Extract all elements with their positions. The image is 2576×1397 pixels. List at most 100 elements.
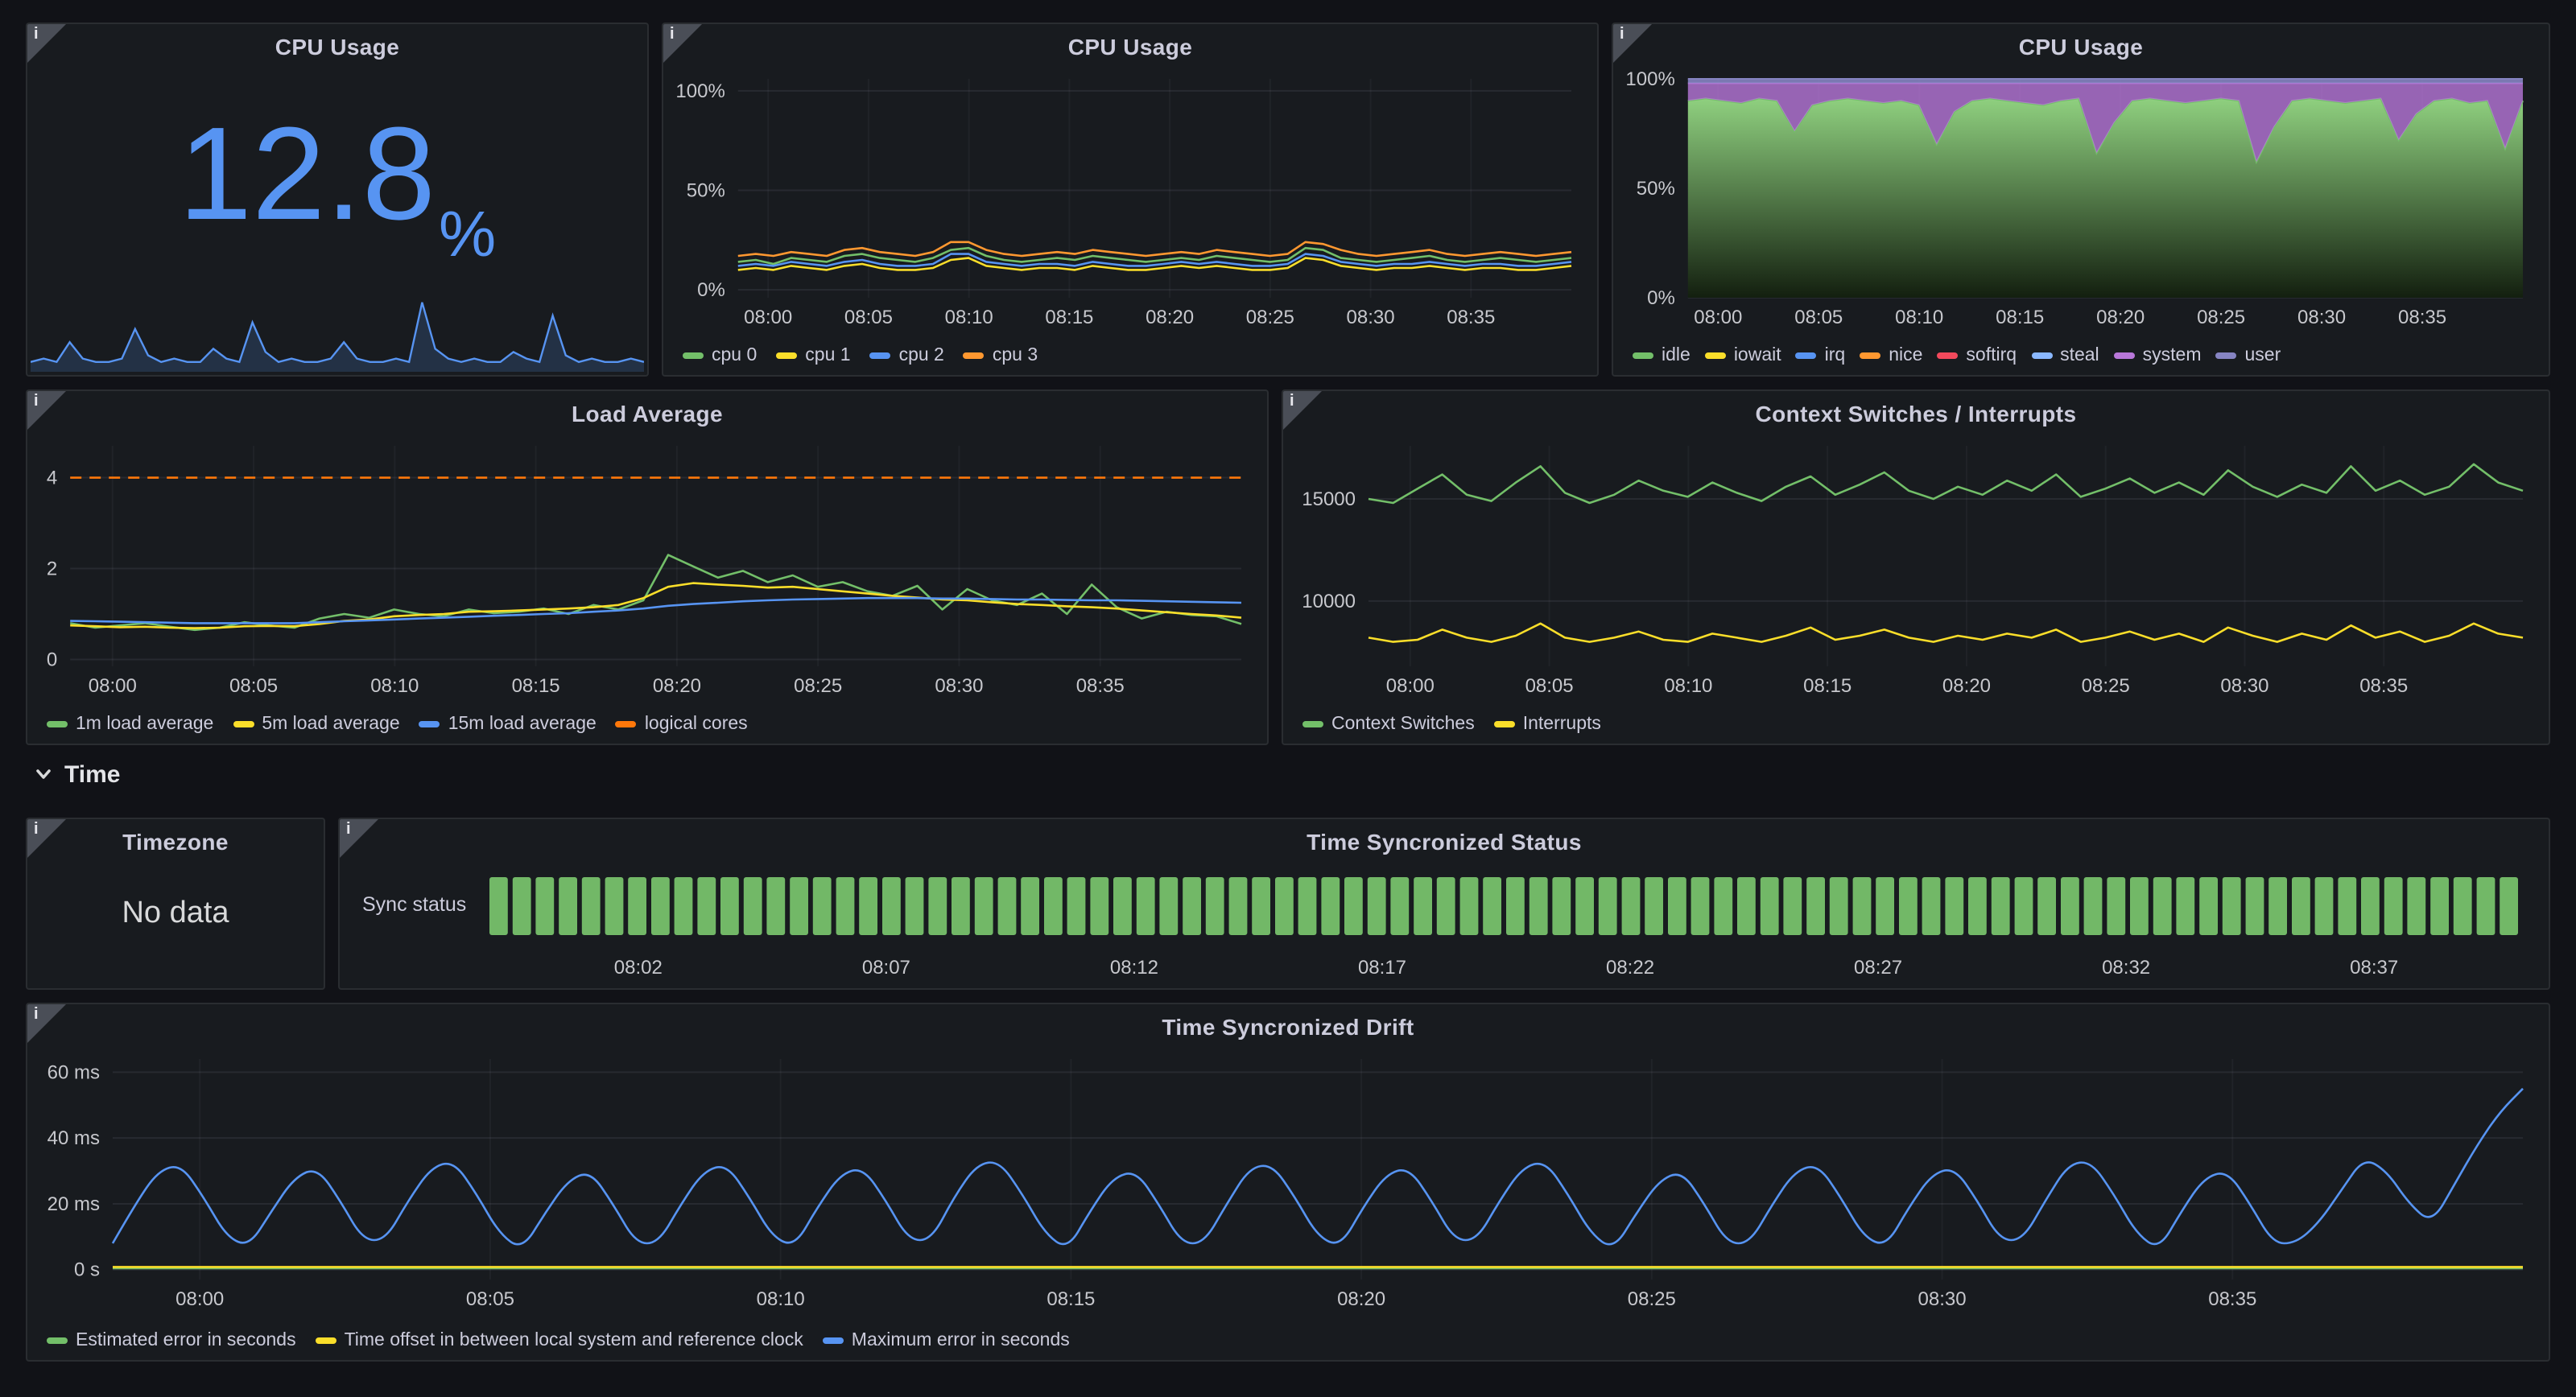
panel-title[interactable]: Load Average bbox=[27, 401, 1267, 427]
legend-label: irq bbox=[1825, 346, 1846, 365]
legend-label: softirq bbox=[1966, 346, 2017, 365]
svg-text:08:00: 08:00 bbox=[89, 675, 137, 697]
stat-unit: % bbox=[439, 200, 496, 282]
panel-title[interactable]: Context Switches / Interrupts bbox=[1283, 401, 2549, 427]
legend-label: Estimated error in seconds bbox=[76, 1331, 296, 1350]
legend-item[interactable]: nice bbox=[1860, 346, 1922, 365]
svg-text:08:20: 08:20 bbox=[2096, 307, 2145, 328]
panel-title[interactable]: CPU Usage bbox=[27, 34, 647, 60]
load-average-chart[interactable]: 08:0008:0508:1008:1508:2008:2508:3008:35… bbox=[34, 433, 1257, 698]
legend-swatch-icon bbox=[2031, 352, 2052, 359]
svg-text:08:37: 08:37 bbox=[2349, 957, 2397, 979]
legend-label: 1m load average bbox=[76, 715, 213, 734]
stat-value: 12.8 bbox=[179, 109, 436, 241]
legend-item[interactable]: logical cores bbox=[616, 715, 748, 734]
legend-item[interactable]: Estimated error in seconds bbox=[47, 1331, 296, 1350]
chevron-down-icon bbox=[32, 763, 55, 785]
legend-label: 5m load average bbox=[262, 715, 399, 734]
legend-item[interactable]: steal bbox=[2031, 346, 2099, 365]
svg-text:08:22: 08:22 bbox=[1605, 957, 1653, 979]
cpu-line-chart[interactable]: 08:0008:0508:1008:1508:2008:2508:3008:35… bbox=[670, 66, 1587, 330]
stat-value-wrap: 12.8 % bbox=[27, 69, 647, 282]
svg-text:08:00: 08:00 bbox=[1694, 307, 1742, 328]
legend-item[interactable]: cpu 0 bbox=[683, 346, 757, 365]
cpu-stacked-legend: idle iowait irqnice softirq steal system user bbox=[1633, 346, 2281, 365]
cpu-stacked-chart[interactable]: 08:0008:0508:1008:1508:2008:2508:3008:35… bbox=[1620, 66, 2539, 330]
sync-status-label: Sync status bbox=[362, 893, 466, 983]
svg-text:50%: 50% bbox=[687, 179, 725, 201]
svg-text:08:30: 08:30 bbox=[935, 675, 983, 697]
panel-title[interactable]: CPU Usage bbox=[1613, 34, 2549, 60]
svg-text:0 s: 0 s bbox=[74, 1259, 100, 1281]
grafana-dashboard: i CPU Usage 12.8 % i CPU Usage 08:0008:0… bbox=[0, 0, 2576, 1397]
stat-sparkline[interactable] bbox=[31, 288, 644, 372]
legend-swatch-icon bbox=[1705, 352, 1726, 359]
cpu-line-legend: cpu 0 cpu 1 cpu 2 cpu 3 bbox=[683, 346, 1038, 365]
panel-title[interactable]: Time Syncronized Drift bbox=[27, 1014, 2549, 1040]
legend-item[interactable]: Time offset in between local system and … bbox=[316, 1331, 803, 1350]
legend-label: idle bbox=[1662, 346, 1690, 365]
legend-item[interactable]: Maximum error in seconds bbox=[823, 1331, 1070, 1350]
legend-item[interactable]: system bbox=[2114, 346, 2202, 365]
svg-text:100%: 100% bbox=[1625, 68, 1674, 90]
legend-swatch-icon bbox=[870, 352, 891, 359]
legend-swatch-icon bbox=[2114, 352, 2135, 359]
svg-text:08:05: 08:05 bbox=[1794, 307, 1843, 328]
legend-label: iowait bbox=[1734, 346, 1781, 365]
sync-status-chart[interactable]: 08:0208:0708:1208:1708:2208:2708:3208:37 bbox=[485, 871, 2526, 983]
legend-label: Time offset in between local system and … bbox=[345, 1331, 803, 1350]
legend-item[interactable]: cpu 1 bbox=[776, 346, 850, 365]
panel-cpu-usage-stacked: i CPU Usage 08:0008:0508:1008:1508:2008:… bbox=[1612, 23, 2550, 377]
legend-item[interactable]: Context Switches bbox=[1302, 715, 1475, 734]
section-row-time[interactable]: Time bbox=[32, 753, 121, 795]
svg-text:08:25: 08:25 bbox=[1246, 307, 1294, 328]
legend-swatch-icon bbox=[1302, 721, 1323, 727]
legend-label: logical cores bbox=[645, 715, 748, 734]
legend-label: cpu 1 bbox=[805, 346, 850, 365]
svg-text:08:17: 08:17 bbox=[1357, 957, 1406, 979]
legend-item[interactable]: 15m load average bbox=[419, 715, 597, 734]
drift-chart[interactable]: 08:0008:0508:1008:1508:2008:2508:3008:35… bbox=[34, 1046, 2539, 1312]
panel-title[interactable]: Timezone bbox=[27, 829, 324, 855]
sync-status-row: Sync status 08:02 08:07 08:12 08:17 08:22 08:… bbox=[362, 871, 2526, 983]
context-switches-chart[interactable]: 08:0008:0508:1008:1508:2008:2508:3008:35… bbox=[1290, 433, 2539, 698]
panel-timezone: i Timezone No data bbox=[26, 818, 325, 990]
legend-swatch-icon bbox=[1633, 352, 1653, 359]
svg-text:08:02: 08:02 bbox=[613, 957, 662, 979]
svg-text:08:15: 08:15 bbox=[1046, 1288, 1095, 1310]
legend-swatch-icon bbox=[776, 352, 797, 359]
legend-item[interactable]: user bbox=[2216, 346, 2281, 365]
legend-item[interactable]: irq bbox=[1796, 346, 1846, 365]
legend-swatch-icon bbox=[1796, 352, 1817, 359]
svg-text:08:27: 08:27 bbox=[1853, 957, 1901, 979]
legend-item[interactable]: cpu 3 bbox=[964, 346, 1038, 365]
legend-label: steal bbox=[2060, 346, 2099, 365]
svg-text:08:15: 08:15 bbox=[512, 675, 560, 697]
svg-text:08:05: 08:05 bbox=[229, 675, 278, 697]
svg-text:08:05: 08:05 bbox=[1525, 675, 1574, 697]
legend-item[interactable]: cpu 2 bbox=[870, 346, 944, 365]
legend-item[interactable]: softirq bbox=[1937, 346, 2017, 365]
svg-text:08:35: 08:35 bbox=[1076, 675, 1125, 697]
svg-text:08:10: 08:10 bbox=[945, 307, 993, 328]
svg-text:08:30: 08:30 bbox=[2220, 675, 2268, 697]
legend-item[interactable]: idle bbox=[1633, 346, 1690, 365]
svg-text:10000: 10000 bbox=[1302, 591, 1356, 612]
svg-text:40 ms: 40 ms bbox=[47, 1127, 100, 1149]
svg-text:08:07: 08:07 bbox=[861, 957, 910, 979]
legend-item[interactable]: iowait bbox=[1705, 346, 1781, 365]
panel-title[interactable]: CPU Usage bbox=[663, 34, 1597, 60]
svg-text:60 ms: 60 ms bbox=[47, 1061, 100, 1083]
svg-text:08:35: 08:35 bbox=[2208, 1288, 2256, 1310]
legend-item[interactable]: 5m load average bbox=[233, 715, 399, 734]
svg-text:2: 2 bbox=[47, 558, 57, 580]
legend-swatch-icon bbox=[47, 721, 68, 727]
legend-swatch-icon bbox=[2216, 352, 2237, 359]
svg-text:08:12: 08:12 bbox=[1109, 957, 1158, 979]
svg-text:08:00: 08:00 bbox=[175, 1288, 224, 1310]
svg-text:08:35: 08:35 bbox=[2359, 675, 2408, 697]
legend-swatch-icon bbox=[1494, 721, 1515, 727]
legend-item[interactable]: Interrupts bbox=[1494, 715, 1601, 734]
panel-title[interactable]: Time Syncronized Status bbox=[340, 829, 2549, 855]
legend-item[interactable]: 1m load average bbox=[47, 715, 213, 734]
